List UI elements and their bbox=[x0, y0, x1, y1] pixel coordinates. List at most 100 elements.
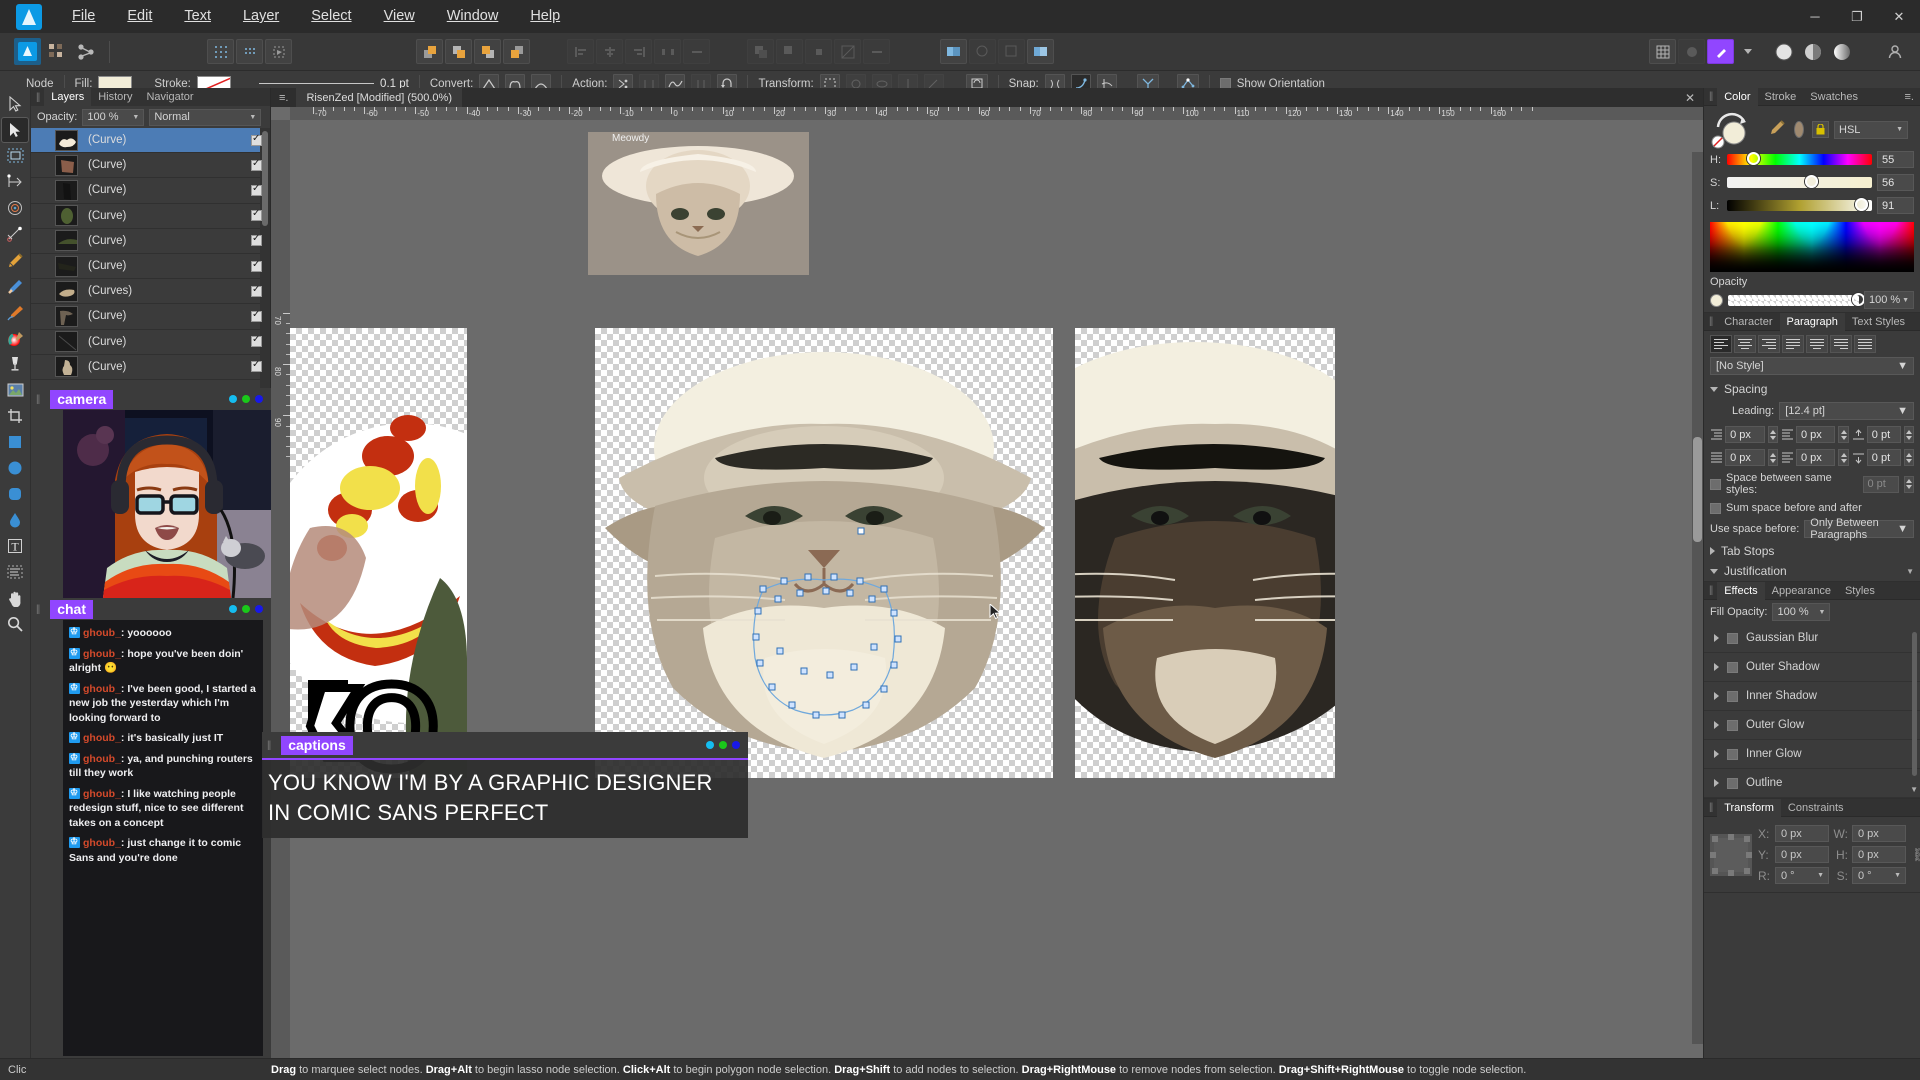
disclosure-closed-icon[interactable] bbox=[1714, 779, 1719, 787]
chat-username[interactable]: ghoub_ bbox=[83, 788, 121, 800]
chat-username[interactable]: ghoub_ bbox=[83, 683, 121, 695]
camera-dot-blue[interactable] bbox=[229, 395, 237, 403]
menu-window[interactable]: Window bbox=[431, 0, 515, 33]
indent-right-value[interactable]: 0 px bbox=[1795, 426, 1836, 443]
image-icon[interactable] bbox=[2, 378, 28, 402]
subtract-icon[interactable] bbox=[776, 39, 803, 64]
circle-split-icon[interactable] bbox=[1799, 38, 1826, 65]
panel-menu-icon[interactable]: ≡. bbox=[1905, 91, 1920, 103]
effect-inner-shadow[interactable]: Inner Shadow bbox=[1704, 682, 1920, 711]
opacity-input[interactable]: 100 % ▼ bbox=[82, 108, 145, 126]
layer-visibility-checkbox[interactable] bbox=[251, 309, 262, 322]
eyedropper-icon[interactable] bbox=[1768, 119, 1786, 140]
chat-username[interactable]: ghoub_ bbox=[83, 648, 121, 660]
saturation-slider[interactable] bbox=[1727, 175, 1872, 188]
layer-visibility-checkbox[interactable] bbox=[251, 133, 262, 146]
group-layers-icon[interactable] bbox=[940, 39, 967, 64]
chat-username[interactable]: ghoub_ bbox=[83, 732, 121, 744]
divide-icon[interactable] bbox=[834, 39, 861, 64]
chat-dot-blue[interactable] bbox=[229, 605, 237, 613]
document-close-icon[interactable]: ✕ bbox=[1677, 91, 1703, 105]
layer-visibility-checkbox[interactable] bbox=[251, 284, 262, 297]
disclosure-closed-icon[interactable] bbox=[1714, 692, 1719, 700]
layer-row[interactable]: (Curve) bbox=[31, 153, 270, 179]
effects-grip-icon[interactable]: || bbox=[1704, 585, 1717, 596]
chat-grip-icon[interactable]: || bbox=[31, 604, 44, 615]
saturation-value[interactable]: 56 bbox=[1877, 174, 1914, 191]
align-right-icon[interactable] bbox=[625, 39, 652, 64]
camera-video[interactable] bbox=[63, 410, 271, 598]
menu-layer[interactable]: Layer bbox=[227, 0, 295, 33]
disclosure-open-icon[interactable] bbox=[1710, 386, 1718, 392]
fill-opacity-select[interactable]: 100 % ▼ bbox=[1772, 603, 1831, 621]
panel-grip-icon[interactable]: || bbox=[31, 92, 44, 103]
teardrop-icon[interactable] bbox=[2, 508, 28, 532]
canvas[interactable]: Meowdy O bbox=[290, 120, 1703, 1058]
grid-settings-icon[interactable] bbox=[1649, 39, 1676, 64]
chat-username[interactable]: ghoub_ bbox=[83, 753, 121, 765]
indent-left-stepper[interactable] bbox=[1767, 426, 1778, 443]
person-icon[interactable] bbox=[1881, 38, 1908, 65]
justify-right-icon[interactable] bbox=[1830, 335, 1852, 353]
crop-icon[interactable] bbox=[2, 404, 28, 428]
w-input[interactable]: 0 px bbox=[1852, 825, 1906, 842]
tab-history[interactable]: History bbox=[91, 88, 139, 106]
x-input[interactable]: 0 px bbox=[1775, 825, 1829, 842]
captions-dot-blue[interactable] bbox=[706, 741, 714, 749]
indent-first-value[interactable]: 0 px bbox=[1725, 449, 1765, 466]
indent-last-stepper[interactable] bbox=[1838, 449, 1849, 466]
duplicate-icon[interactable] bbox=[1027, 39, 1054, 64]
disclosure-closed-icon[interactable] bbox=[1710, 547, 1715, 555]
opacity-value[interactable]: 100 % ▼ bbox=[1864, 291, 1914, 309]
spacing-section-header[interactable]: Spacing bbox=[1704, 379, 1920, 399]
disclosure-closed-icon[interactable] bbox=[1714, 663, 1719, 671]
effect-checkbox[interactable] bbox=[1727, 719, 1738, 731]
layer-visibility-checkbox[interactable] bbox=[251, 158, 262, 171]
hand-icon[interactable] bbox=[2, 586, 28, 610]
align-left-icon[interactable] bbox=[1710, 335, 1732, 353]
tab-stroke[interactable]: Stroke bbox=[1758, 88, 1804, 106]
artboard-tool[interactable] bbox=[2, 144, 28, 168]
intersect-icon[interactable] bbox=[805, 39, 832, 64]
pixel-persona-icon[interactable] bbox=[43, 38, 70, 65]
circle-icon[interactable] bbox=[2, 456, 28, 480]
layer-row[interactable]: (Curve) bbox=[31, 229, 270, 254]
color-grip-icon[interactable]: || bbox=[1704, 91, 1717, 102]
snap-grid-icon[interactable] bbox=[236, 39, 263, 64]
effect-checkbox[interactable] bbox=[1727, 632, 1738, 644]
tab-styles[interactable]: Styles bbox=[1838, 582, 1882, 600]
tab-stops-section[interactable]: Tab Stops bbox=[1704, 541, 1920, 561]
hue-value[interactable]: 55 bbox=[1877, 151, 1914, 168]
add-icon[interactable] bbox=[747, 39, 774, 64]
justify-left-icon[interactable] bbox=[1782, 335, 1804, 353]
horizontal-ruler[interactable]: -70 -60 -50 -40 -30 -20 -10 0 10 20 30 40 50 60 70 80 90… bbox=[290, 107, 1703, 120]
captions-grip-icon[interactable]: || bbox=[262, 740, 275, 751]
tab-character[interactable]: Character bbox=[1717, 313, 1779, 331]
justification-section[interactable]: Justification ▼ bbox=[1704, 561, 1920, 581]
layer-visibility-checkbox[interactable] bbox=[251, 359, 262, 373]
y-input[interactable]: 0 px bbox=[1775, 846, 1829, 863]
square-icon[interactable] bbox=[2, 430, 28, 454]
circle-white-icon[interactable] bbox=[1770, 38, 1797, 65]
canvas-vertical-scrollbar[interactable] bbox=[1692, 152, 1703, 1044]
justify-center-icon[interactable] bbox=[1806, 335, 1828, 353]
anchor-point-selector[interactable] bbox=[1710, 833, 1752, 876]
h-input[interactable]: 0 px bbox=[1852, 846, 1906, 863]
r-input[interactable]: 0 ° ▼ bbox=[1775, 867, 1829, 884]
layer-row[interactable]: (Curve) bbox=[31, 204, 270, 229]
layer-list[interactable]: (Curve) (Curve) (Curve) (Curve) (Curve) … bbox=[31, 128, 270, 388]
vertical-ruler[interactable]: 70 80 90 bbox=[271, 120, 290, 1058]
artboard-right[interactable] bbox=[1075, 328, 1335, 778]
effect-outline[interactable]: Outline bbox=[1704, 769, 1920, 798]
layer-row[interactable]: (Curve) bbox=[31, 178, 270, 204]
menu-help[interactable]: Help bbox=[514, 0, 576, 33]
align-center-icon[interactable] bbox=[596, 39, 623, 64]
indent-last-value[interactable]: 0 px bbox=[1795, 449, 1836, 466]
tab-swatches[interactable]: Swatches bbox=[1803, 88, 1865, 106]
node-tool[interactable] bbox=[1, 117, 29, 143]
paragraph-style-select[interactable]: [No Style] ▼ bbox=[1710, 357, 1914, 375]
space-same-styles-value[interactable]: 0 pt bbox=[1862, 475, 1899, 493]
frame-text-icon[interactable] bbox=[2, 560, 28, 584]
layer-visibility-checkbox[interactable] bbox=[251, 259, 262, 272]
magnifier-icon[interactable] bbox=[2, 612, 28, 636]
